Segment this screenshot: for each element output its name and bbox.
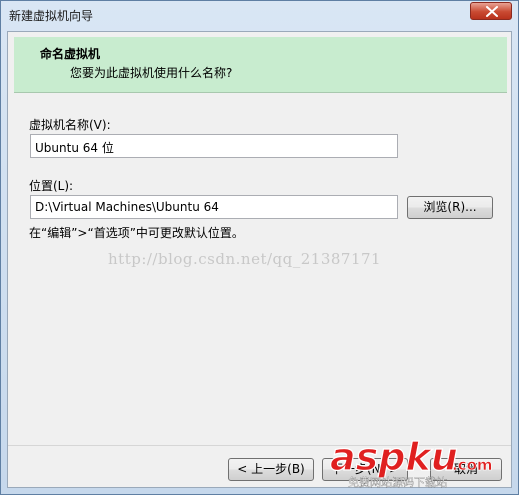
page-subheading: 您要为此虚拟机使用什么名称? <box>70 66 233 80</box>
window-title: 新建虚拟机向导 <box>9 9 94 23</box>
location-hint: 在“编辑”>“首选项”中可更改默认位置。 <box>29 226 244 240</box>
close-icon <box>486 6 498 17</box>
vm-name-label: 虚拟机名称(V): <box>29 118 111 132</box>
stamp-com: .com <box>452 456 493 474</box>
header-banner: 命名虚拟机 您要为此虚拟机使用什么名称? <box>14 37 507 93</box>
vm-name-input[interactable]: Ubuntu 64 位 <box>30 134 398 158</box>
watermark-url: http://blog.csdn.net/qq_21387171 <box>108 250 382 268</box>
title-bar[interactable]: 新建虚拟机向导 <box>1 1 518 29</box>
back-button[interactable]: < 上一步(B) <box>228 458 314 481</box>
aspku-logo-stamp: aspku .com 免费网站源码下载站 <box>329 434 493 489</box>
wizard-window: 新建虚拟机向导 命名虚拟机 您要为此虚拟机使用什么名称? 虚拟机名称(V): U… <box>0 0 519 495</box>
stamp-tagline: 免费网站源码下载站 <box>348 475 447 489</box>
close-button[interactable] <box>470 2 512 20</box>
wizard-content: 命名虚拟机 您要为此虚拟机使用什么名称? 虚拟机名称(V): Ubuntu 64… <box>7 31 512 488</box>
page-heading: 命名虚拟机 <box>40 47 101 61</box>
location-input[interactable]: D:\Virtual Machines\Ubuntu 64 <box>30 195 398 219</box>
stamp-brand: aspku <box>330 435 458 479</box>
location-label: 位置(L): <box>29 179 74 193</box>
browse-button[interactable]: 浏览(R)... <box>407 196 493 219</box>
